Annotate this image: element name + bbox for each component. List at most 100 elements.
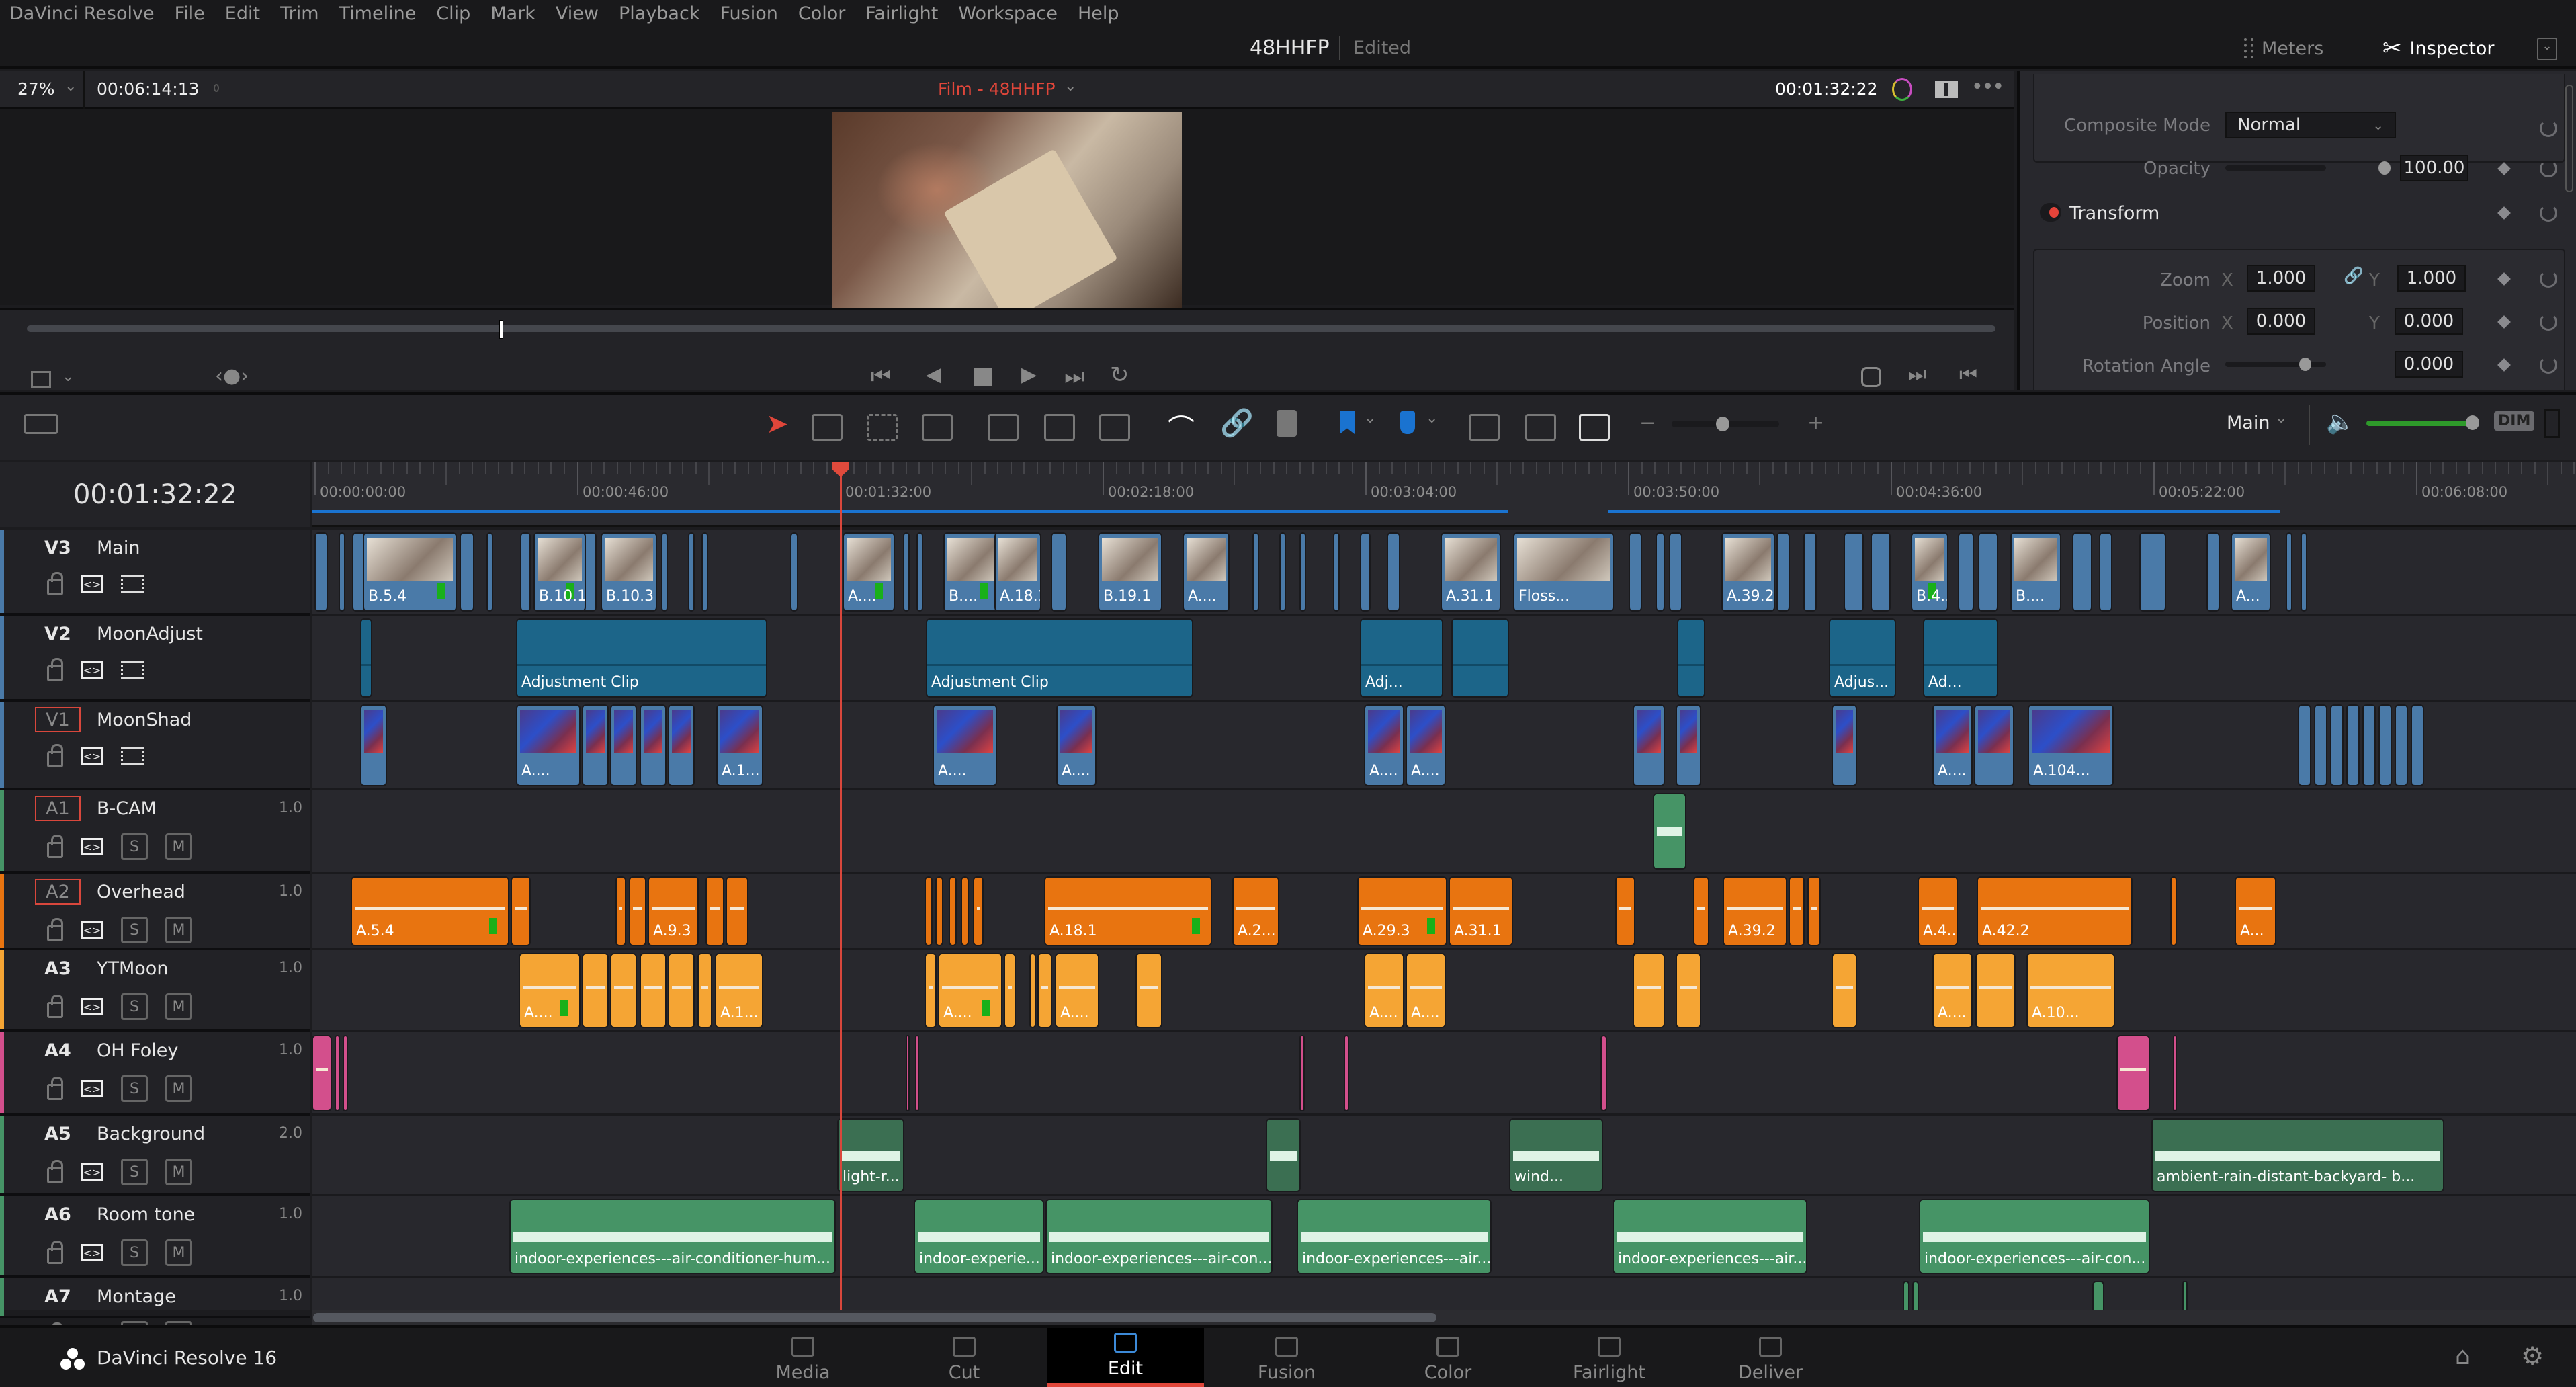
audio-clip[interactable] (2170, 876, 2177, 946)
video-clip[interactable] (2301, 532, 2307, 612)
solo-button[interactable]: S (121, 917, 148, 943)
adjustment-clip[interactable]: Adj... (1360, 618, 1443, 698)
audio-clip[interactable] (1004, 953, 1016, 1028)
audio-clip[interactable]: A.31.1 (1449, 876, 1513, 946)
track-id[interactable]: A6 (35, 1202, 81, 1227)
audio-clip[interactable]: indoor-experiences---air-con... (1045, 1199, 1273, 1274)
audio-clip[interactable] (1615, 876, 1635, 946)
audio-clip[interactable] (1299, 1035, 1305, 1111)
zoom-slider-handle[interactable] (1716, 417, 1729, 431)
audio-clip[interactable] (1633, 953, 1665, 1028)
reset-icon[interactable] (2540, 313, 2557, 331)
video-clip[interactable] (1656, 532, 1665, 612)
selection-tool-icon[interactable]: ➤ (766, 409, 789, 439)
track-name[interactable]: Main (97, 538, 140, 558)
lock-icon[interactable] (47, 995, 63, 1018)
audio-clip[interactable] (610, 953, 637, 1028)
video-clip[interactable]: A.... (843, 532, 895, 612)
zoom-x-field[interactable]: 1.000 (2247, 265, 2315, 292)
video-clip[interactable]: A.... (1406, 704, 1446, 786)
audio-clip[interactable]: A.... (1055, 953, 1099, 1028)
menu-workspace[interactable]: Workspace (958, 3, 1058, 24)
menu-playback[interactable]: Playback (619, 3, 699, 24)
video-clip[interactable]: Floss... (1513, 532, 1614, 612)
mute-button[interactable]: M (165, 1075, 192, 1102)
audio-clip[interactable]: indoor-experiences---air-conditioner-hum… (509, 1199, 836, 1274)
adjustment-clip[interactable] (360, 618, 372, 698)
video-clip[interactable] (1871, 532, 1891, 612)
audio-clip[interactable]: A.... (1364, 953, 1404, 1028)
menu-mark[interactable]: Mark (490, 3, 535, 24)
video-clip[interactable] (1051, 532, 1067, 612)
auto-select-icon[interactable]: <> (81, 1244, 103, 1261)
video-clip[interactable] (1676, 704, 1701, 786)
video-clip[interactable]: A.... (1364, 704, 1404, 786)
lock-icon[interactable] (47, 744, 63, 767)
reset-icon[interactable] (2540, 270, 2557, 288)
page-tab-fusion[interactable]: Fusion (1208, 1328, 1365, 1387)
audio-clip[interactable] (705, 876, 724, 946)
mute-button[interactable]: M (165, 1239, 192, 1266)
video-clip[interactable]: A.... (933, 704, 997, 786)
audio-clip[interactable] (1807, 876, 1821, 946)
track-name[interactable]: Room tone (97, 1204, 195, 1225)
solo-button[interactable]: S (121, 833, 148, 860)
play-icon[interactable]: ▶ (1021, 363, 1037, 386)
composite-mode-select[interactable]: Normal ⌄ (2225, 112, 2396, 138)
video-clip[interactable] (1299, 532, 1306, 612)
speaker-icon[interactable]: 🔈 (2326, 409, 2354, 435)
reset-icon[interactable] (2540, 160, 2557, 177)
video-clip[interactable] (1978, 532, 1998, 612)
match-frame-icon[interactable] (1861, 367, 1881, 387)
video-clip[interactable]: B.5.4 (363, 532, 457, 612)
audio-clip[interactable]: indoor-experie... (914, 1199, 1044, 1274)
menu-fusion[interactable]: Fusion (720, 3, 777, 24)
output-select[interactable]: Main (2227, 413, 2270, 433)
inspector-scrollbar[interactable] (2565, 85, 2573, 192)
next-edit-icon[interactable]: ⏭ (1908, 363, 1926, 386)
video-enable-icon[interactable] (121, 661, 144, 679)
keyframe-icon[interactable] (2497, 206, 2511, 220)
zoom-in-icon[interactable]: + (1807, 411, 1824, 435)
opacity-slider-handle[interactable] (2378, 161, 2391, 175)
menu-help[interactable]: Help (1078, 3, 1119, 24)
track-name[interactable]: MoonAdjust (97, 624, 203, 644)
video-clip[interactable] (2314, 704, 2327, 786)
track-id[interactable]: V3 (35, 535, 81, 560)
video-clip[interactable] (1629, 532, 1642, 612)
transform-toggle[interactable] (2040, 203, 2061, 222)
video-clip[interactable] (916, 532, 923, 612)
position-y-field[interactable]: 0.000 (2395, 308, 2463, 335)
track-id[interactable]: A2 (35, 879, 81, 905)
audio-clip[interactable] (2092, 1281, 2104, 1310)
auto-select-icon[interactable]: <> (81, 838, 103, 855)
audio-clip[interactable] (915, 1035, 919, 1111)
mute-button[interactable]: M (165, 833, 192, 860)
scrubber-handle[interactable] (499, 320, 504, 339)
audio-clip[interactable] (312, 1035, 332, 1111)
audio-clip[interactable] (1975, 953, 2016, 1028)
snapping-icon[interactable]: ⌒ (1168, 407, 1195, 446)
video-clip[interactable] (2330, 704, 2344, 786)
chevron-down-icon[interactable]: ⌄ (65, 78, 77, 95)
dim-button[interactable]: DIM (2494, 411, 2535, 431)
video-clip[interactable] (1387, 532, 1400, 612)
timeline-ruler[interactable]: 00:00:00:00 00:00:46:00 00:01:32:00 00:02:1… (312, 462, 2576, 527)
video-enable-icon[interactable] (121, 747, 144, 765)
audio-clip[interactable] (615, 876, 626, 946)
page-tab-media[interactable]: Media (724, 1328, 882, 1387)
audio-clip[interactable]: A.... (1932, 953, 1973, 1028)
audio-clip[interactable] (1037, 953, 1052, 1028)
opacity-field[interactable]: 100.00 (2400, 155, 2468, 181)
chevron-down-icon[interactable]: ⌄ (62, 368, 74, 385)
prev-edit-icon[interactable]: ⏮ (1959, 363, 1977, 386)
adjustment-clip[interactable]: Adjus... (1829, 618, 1896, 698)
video-clip[interactable] (1844, 532, 1864, 612)
video-clip[interactable] (2362, 704, 2376, 786)
audio-clip[interactable] (343, 1035, 348, 1111)
home-icon[interactable]: ⌂ (2455, 1343, 2471, 1370)
track-name[interactable]: B-CAM (97, 798, 157, 819)
video-clip[interactable] (1958, 532, 1974, 612)
audio-clip[interactable]: wind... (1509, 1118, 1603, 1192)
menu-clip[interactable]: Clip (436, 3, 470, 24)
